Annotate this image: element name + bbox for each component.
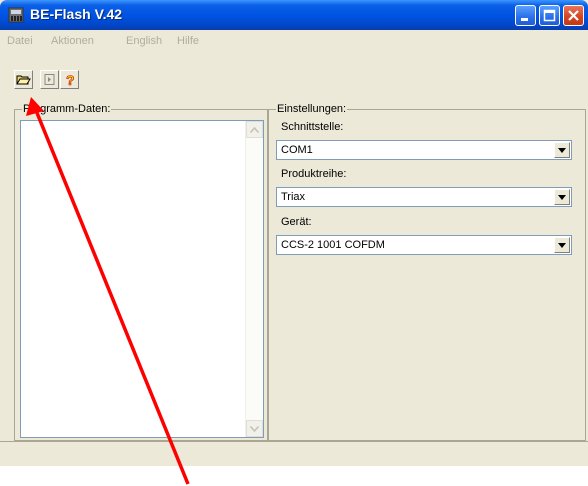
annotation-arrow xyxy=(26,97,190,485)
